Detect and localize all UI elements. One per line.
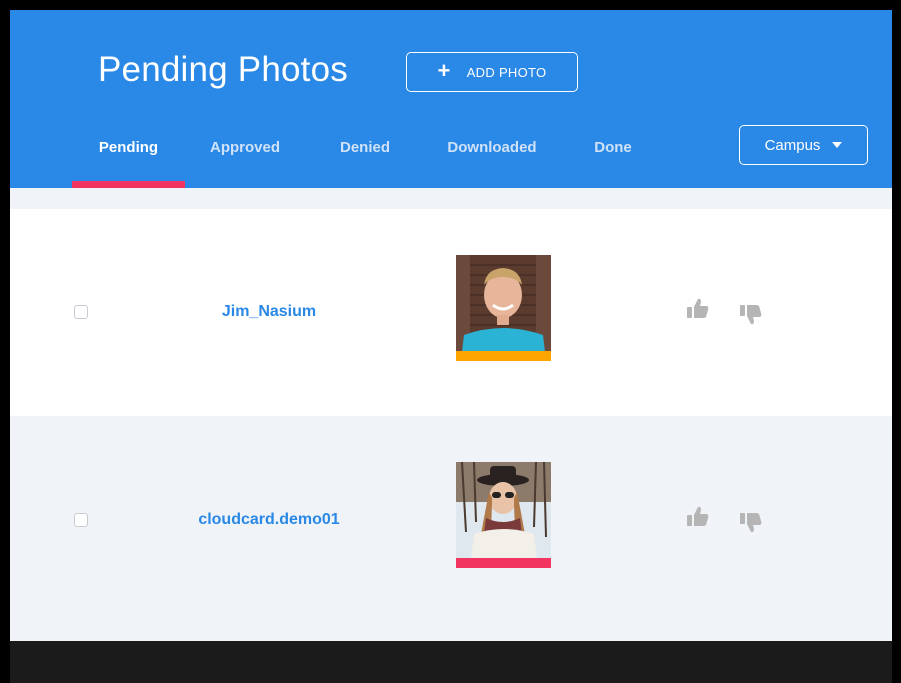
photo-image: [456, 462, 551, 568]
photo-status-bar: [456, 351, 551, 361]
tab-denied[interactable]: Denied: [330, 134, 400, 188]
tab-label: Downloaded: [447, 139, 537, 156]
row-checkbox[interactable]: [74, 513, 88, 527]
add-photo-label: ADD PHOTO: [466, 64, 547, 80]
page-title: Pending Photos: [98, 50, 348, 89]
thumbs-up-icon[interactable]: [686, 296, 710, 320]
app-frame: Pending Photos + ADD PHOTO Pending Appro…: [10, 10, 892, 683]
user-photo[interactable]: [456, 255, 551, 361]
tab-pending[interactable]: Pending: [72, 134, 185, 188]
plus-icon: +: [437, 58, 451, 83]
campus-dropdown-label: Campus: [764, 136, 821, 154]
username-link[interactable]: Jim_Nasium: [119, 303, 419, 321]
tab-label: Pending: [98, 139, 159, 156]
user-photo[interactable]: [456, 462, 551, 568]
tab-done[interactable]: Done: [580, 134, 646, 188]
tab-label: Approved: [209, 139, 280, 156]
tab-label: Done: [594, 139, 632, 156]
table-row: Jim_Nasium: [10, 209, 892, 416]
add-photo-button[interactable]: + ADD PHOTO: [406, 52, 578, 92]
photo-status-bar: [456, 558, 551, 568]
tab-approved[interactable]: Approved: [200, 134, 290, 188]
table-row: cloudcard.demo01: [10, 416, 892, 623]
footer: [10, 641, 892, 683]
username-link[interactable]: cloudcard.demo01: [119, 511, 419, 529]
photo-image: [456, 255, 551, 361]
caret-down-icon: [832, 142, 843, 148]
thumbs-down-icon[interactable]: [739, 303, 763, 327]
tab-label: Denied: [339, 139, 390, 156]
thumbs-up-icon[interactable]: [686, 504, 710, 528]
campus-dropdown[interactable]: Campus: [739, 125, 868, 165]
row-checkbox[interactable]: [74, 305, 88, 319]
tab-downloaded[interactable]: Downloaded: [437, 134, 547, 188]
header: Pending Photos + ADD PHOTO Pending Appro…: [10, 10, 892, 188]
thumbs-down-icon[interactable]: [739, 511, 763, 535]
